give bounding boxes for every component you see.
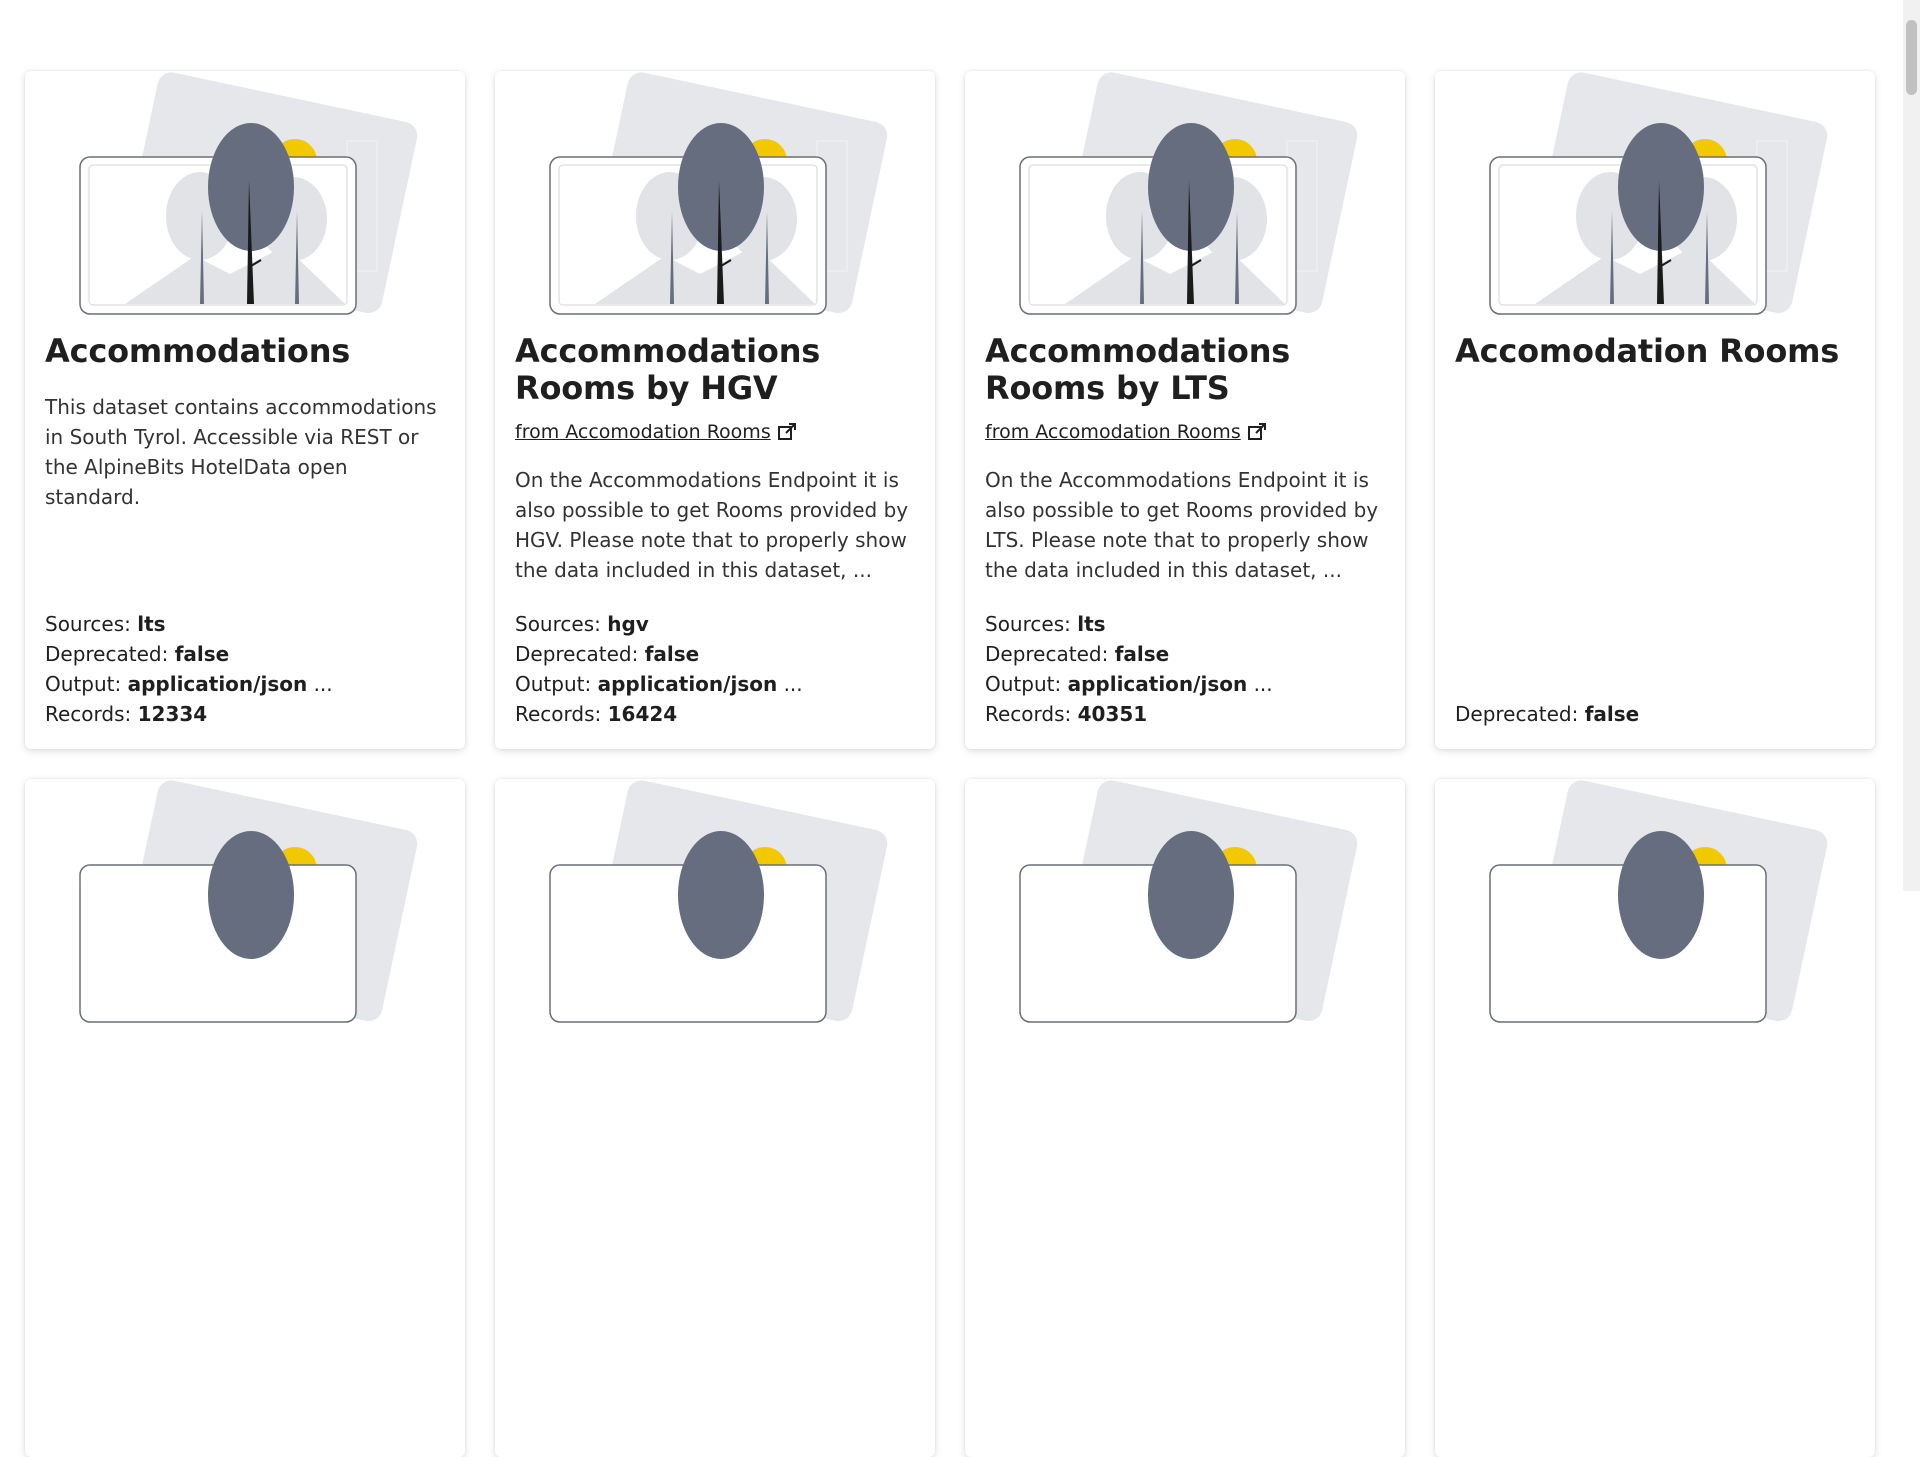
- parent-dataset-label: from Accomodation Rooms: [515, 421, 771, 443]
- external-link-icon: [1247, 423, 1266, 440]
- deprecated-value: false: [644, 642, 700, 666]
- card-title: Accomodation Rooms: [1455, 332, 1840, 370]
- output-row: Output: application/json ...: [45, 669, 445, 699]
- parent-dataset-link[interactable]: from Accomodation Rooms: [515, 421, 797, 443]
- parent-dataset-link[interactable]: from Accomodation Rooms: [985, 421, 1267, 443]
- sources-value: hgv: [607, 612, 649, 636]
- output-label: Output:: [45, 672, 128, 696]
- card-body: Accommodations Rooms by LTS from Accomod…: [985, 333, 1385, 585]
- output-row: Output: application/json ...: [985, 669, 1385, 699]
- page-scrollbar[interactable]: [1903, 0, 1920, 891]
- card-description: On the Accommodations Endpoint it is als…: [985, 468, 1379, 582]
- parent-dataset-label: from Accomodation Rooms: [985, 421, 1241, 443]
- card-meta: Sources: lts Deprecated: false Output: a…: [45, 609, 445, 729]
- records-value: 12334: [137, 702, 208, 726]
- card-title: Accommodations: [45, 332, 351, 370]
- placeholder-image-illustration: [79, 780, 418, 1023]
- scrollbar-thumb[interactable]: [1906, 20, 1917, 95]
- sources-label: Sources:: [985, 612, 1078, 636]
- records-value: 40351: [1077, 702, 1148, 726]
- placeholder-image-illustration: [79, 72, 418, 315]
- records-value: 16424: [607, 702, 678, 726]
- dataset-card[interactable]: Accommodations Rooms by HGV from Accomod…: [495, 71, 935, 749]
- sources-value: lts: [137, 612, 166, 636]
- deprecated-row: Deprecated: false: [45, 639, 445, 669]
- deprecated-value: false: [1584, 702, 1640, 726]
- deprecated-label: Deprecated:: [985, 642, 1115, 666]
- deprecated-value: false: [174, 642, 230, 666]
- output-more: ...: [307, 672, 333, 696]
- deprecated-label: Deprecated:: [515, 642, 645, 666]
- placeholder-image-illustration: [549, 780, 888, 1023]
- deprecated-row: Deprecated: false: [515, 639, 915, 669]
- sources-row: Sources: lts: [985, 609, 1385, 639]
- records-label: Records:: [515, 702, 608, 726]
- sources-row: Sources: lts: [45, 609, 445, 639]
- output-label: Output:: [985, 672, 1068, 696]
- placeholder-image-illustration: [1019, 780, 1358, 1023]
- dataset-card[interactable]: Accommodations This dataset contains acc…: [25, 71, 465, 749]
- records-label: Records:: [45, 702, 138, 726]
- output-label: Output:: [515, 672, 598, 696]
- output-value: application/json: [597, 672, 778, 696]
- output-value: application/json: [1067, 672, 1248, 696]
- external-link-icon: [777, 423, 796, 440]
- deprecated-label: Deprecated:: [1455, 702, 1585, 726]
- card-meta: Deprecated: false: [1455, 699, 1855, 729]
- sources-row: Sources: hgv: [515, 609, 915, 639]
- dataset-card[interactable]: Accomodation Rooms Deprecated: false: [1435, 71, 1875, 749]
- deprecated-label: Deprecated:: [45, 642, 175, 666]
- card-meta: Sources: lts Deprecated: false Output: a…: [985, 609, 1385, 729]
- sources-value: lts: [1077, 612, 1106, 636]
- card-meta: Sources: hgv Deprecated: false Output: a…: [515, 609, 915, 729]
- deprecated-value: false: [1114, 642, 1170, 666]
- card-title: Accommodations Rooms by HGV: [515, 332, 821, 407]
- output-value: application/json: [127, 672, 308, 696]
- dataset-card[interactable]: [1435, 779, 1875, 1457]
- card-body: Accomodation Rooms: [1455, 333, 1855, 370]
- records-row: Records: 40351: [985, 699, 1385, 729]
- card-body: Accommodations Rooms by HGV from Accomod…: [515, 333, 915, 585]
- records-label: Records:: [985, 702, 1078, 726]
- card-body: Accommodations This dataset contains acc…: [45, 333, 445, 512]
- deprecated-row: Deprecated: false: [985, 639, 1385, 669]
- placeholder-image-illustration: [549, 72, 888, 315]
- placeholder-image-illustration: [1019, 72, 1358, 315]
- dataset-card-grid: Accommodations This dataset contains acc…: [25, 71, 1875, 1457]
- dataset-card[interactable]: Accommodations Rooms by LTS from Accomod…: [965, 71, 1405, 749]
- records-row: Records: 12334: [45, 699, 445, 729]
- dataset-card[interactable]: [965, 779, 1405, 1457]
- deprecated-row: Deprecated: false: [1455, 699, 1855, 729]
- sources-label: Sources:: [45, 612, 138, 636]
- dataset-card[interactable]: [495, 779, 935, 1457]
- output-more: ...: [777, 672, 803, 696]
- output-more: ...: [1247, 672, 1273, 696]
- card-description: This dataset contains accommodations in …: [45, 395, 437, 509]
- records-row: Records: 16424: [515, 699, 915, 729]
- output-row: Output: application/json ...: [515, 669, 915, 699]
- sources-label: Sources:: [515, 612, 608, 636]
- dataset-card[interactable]: [25, 779, 465, 1457]
- card-description: On the Accommodations Endpoint it is als…: [515, 468, 909, 582]
- card-title: Accommodations Rooms by LTS: [985, 332, 1291, 407]
- placeholder-image-illustration: [1489, 72, 1828, 315]
- placeholder-image-illustration: [1489, 780, 1828, 1023]
